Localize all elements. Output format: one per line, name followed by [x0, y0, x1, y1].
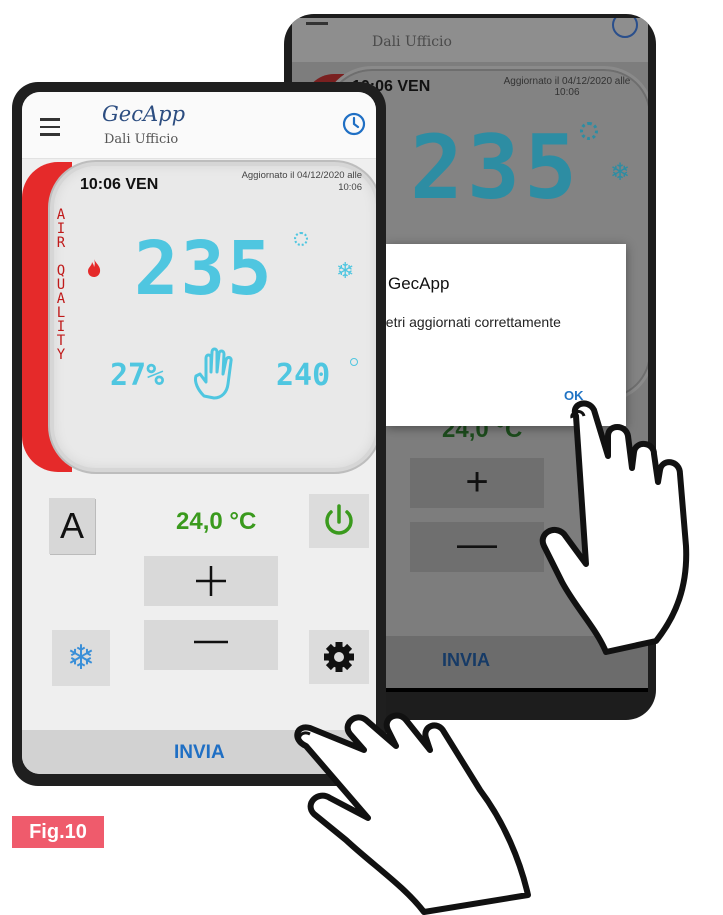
settings-button[interactable] — [309, 630, 369, 684]
pointing-hand-icon — [539, 400, 690, 655]
invia-label: INVIA — [174, 742, 225, 763]
increase-button[interactable] — [144, 556, 278, 606]
power-icon — [325, 504, 353, 535]
back-invia-label: INVIA — [442, 650, 491, 670]
figure-label: Fig.10 — [12, 816, 104, 848]
back-clock-icon[interactable] — [612, 18, 638, 38]
app-title: GecApp — [102, 102, 186, 126]
mode-auto-button[interactable]: A — [49, 498, 95, 554]
power-button[interactable] — [309, 494, 369, 548]
degree-icon — [294, 232, 308, 246]
pointing-hand-icon — [294, 712, 531, 915]
back-degree-icon — [580, 122, 598, 140]
hand-icon — [194, 347, 233, 400]
display-time: 10:06 VEN — [80, 176, 159, 193]
back-updated-text: Aggiornato il 04/12/2020 alle 10:06 — [503, 76, 631, 98]
decrease-button[interactable] — [144, 620, 278, 670]
updated-text: Aggiornato il 04/12/2020 alle 10:06 — [241, 170, 362, 193]
back-menu-icon[interactable] — [306, 22, 328, 25]
back-app-subtitle: Dali Ufficio — [372, 34, 452, 50]
cooling-mode-button[interactable]: ❄ — [52, 630, 110, 686]
display-setpoint: 240 — [276, 358, 331, 393]
back-minus-button[interactable]: — — [410, 522, 544, 572]
snowflake-icon: ❄ — [336, 258, 355, 283]
back-temperature: 235 — [410, 116, 581, 219]
plus-icon — [196, 566, 226, 596]
flame-icon — [88, 259, 101, 277]
app-subtitle: Dali Ufficio — [104, 132, 179, 147]
front-phone: GecApp Dali Ufficio AIR QUA LIT Y 10:06 … — [12, 82, 386, 786]
dialog-message: netri aggiornati correttamente — [378, 314, 561, 330]
humidity-value: 27% — [110, 358, 165, 393]
menu-icon[interactable] — [40, 118, 60, 141]
clock-icon[interactable] — [342, 112, 366, 136]
front-screen: GecApp Dali Ufficio AIR QUA LIT Y 10:06 … — [22, 92, 376, 774]
back-plus-button[interactable]: + — [410, 458, 544, 508]
setpoint-degree-icon — [350, 358, 358, 366]
app-header: GecApp Dali Ufficio — [22, 92, 376, 159]
back-header: Dali Ufficio — [292, 18, 648, 62]
thermostat-display — [50, 162, 376, 472]
dialog-title: GecApp — [388, 274, 450, 293]
back-snowflake-icon: ❄ — [610, 159, 631, 186]
current-temperature: 235 — [134, 226, 274, 312]
gear-icon — [324, 642, 354, 672]
setpoint-value: 24,0 °C — [176, 508, 257, 535]
minus-icon — [194, 640, 228, 644]
air-quality-label: AIR QUA LIT Y — [56, 207, 66, 363]
